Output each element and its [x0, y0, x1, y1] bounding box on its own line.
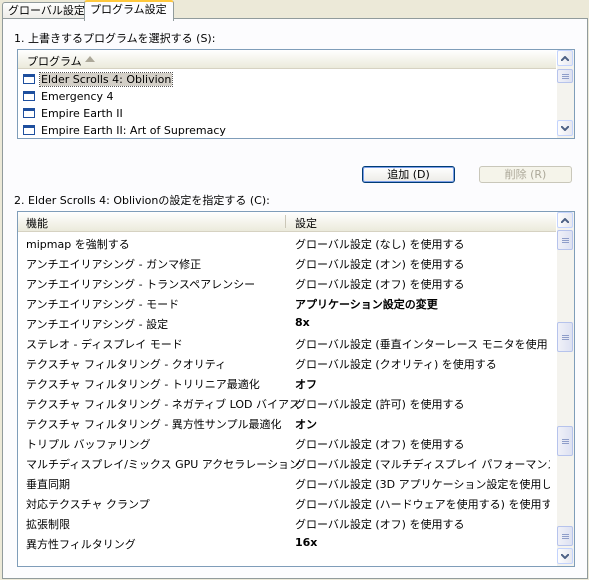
setting-column-header[interactable]: 設定	[295, 215, 317, 231]
settings-table[interactable]: 機能 設定 mipmap を強制する グローバル設定 (なし) を使用する アンチ…	[17, 211, 575, 567]
table-row[interactable]: mipmap を強制する グローバル設定 (なし) を使用する	[18, 233, 556, 253]
settings-table-header: 機能 設定	[18, 212, 556, 232]
feature-name: 異方性フィルタリング	[26, 538, 136, 551]
scroll-thumb[interactable]	[557, 322, 573, 352]
feature-name: アンチエイリアシング - 設定	[26, 318, 169, 331]
program-window-icon	[23, 91, 35, 101]
scroll-thumb[interactable]	[557, 230, 573, 250]
tab-label: グローバル設定	[8, 4, 85, 17]
add-button[interactable]: 追加 (D)	[362, 166, 455, 183]
program-item[interactable]: Empire Earth II: Art of Supremacy	[18, 122, 556, 138]
feature-name: mipmap を強制する	[26, 238, 130, 251]
chevron-up-icon	[561, 217, 569, 223]
chevron-up-icon	[561, 55, 569, 61]
table-row[interactable]: アンチエイリアシング - ガンマ修正 グローバル設定 (オン) を使用する	[18, 253, 556, 273]
scroll-down-button[interactable]	[557, 548, 573, 564]
setting-value[interactable]: グローバル設定 (3D アプリケーション設定を使用しま...	[295, 476, 550, 492]
program-list[interactable]: プログラム Elder Scrolls 4: Oblivion Emergenc…	[17, 49, 575, 139]
program-item[interactable]: Empire Earth II	[18, 105, 556, 122]
setting-value[interactable]: グローバル設定 (垂直インターレース モニタを使用し...	[295, 336, 550, 352]
setting-value[interactable]: グローバル設定 (オフ) を使用する	[295, 436, 550, 452]
scroll-thumb[interactable]	[557, 526, 573, 546]
feature-name: ステレオ - ディスプレイ モード	[26, 338, 183, 351]
program-name: Empire Earth II	[41, 107, 123, 120]
setting-value[interactable]: グローバル設定 (クオリティ) を使用する	[295, 356, 550, 372]
setting-value[interactable]: アプリケーション設定の変更	[295, 296, 550, 312]
sort-ascending-icon	[85, 56, 95, 62]
setting-value[interactable]: 16x	[295, 536, 550, 549]
table-row[interactable]: トリプル バッファリング グローバル設定 (オフ) を使用する	[18, 433, 556, 453]
program-item[interactable]: Emergency 4	[18, 88, 556, 105]
program-list-scrollbar[interactable]	[557, 50, 574, 138]
chevron-down-icon	[561, 553, 569, 559]
table-row[interactable]: アンチエイリアシング - トランスペアレンシー グローバル設定 (オフ) を使用す…	[18, 273, 556, 293]
feature-name: 垂直同期	[26, 478, 70, 491]
tab-label: プログラム設定	[90, 3, 167, 16]
feature-name: テクスチャ フィルタリング - 異方性サンプル最適化	[26, 418, 282, 431]
setting-value[interactable]: グローバル設定 (オフ) を使用する	[295, 516, 550, 532]
setting-value[interactable]: グローバル設定 (オフ) を使用する	[295, 276, 550, 292]
chevron-down-icon	[561, 125, 569, 131]
table-row[interactable]: テクスチャ フィルタリング - 異方性サンプル最適化 オン	[18, 413, 556, 433]
setting-value[interactable]: オフ	[295, 376, 550, 392]
table-row[interactable]: マルチディスプレイ/ミックス GPU アクセラレーション グローバル設定 (マルチ…	[18, 453, 556, 473]
feature-name: テクスチャ フィルタリング - トリリニア最適化	[26, 378, 260, 391]
setting-value[interactable]: グローバル設定 (ハードウェアを使用する) を使用する	[295, 496, 550, 512]
tab-program-settings[interactable]: プログラム設定	[84, 0, 174, 21]
feature-name: 対応テクスチャ クランプ	[26, 498, 150, 511]
scroll-up-button[interactable]	[557, 212, 573, 228]
table-row[interactable]: アンチエイリアシング - モード アプリケーション設定の変更	[18, 293, 556, 313]
program-window-icon	[23, 125, 35, 135]
table-row[interactable]: テクスチャ フィルタリング - ネガティブ LOD バイアス グローバル設定 (許…	[18, 393, 556, 413]
program-window-icon	[23, 108, 35, 118]
table-row[interactable]: 拡張制限 グローバル設定 (オフ) を使用する	[18, 513, 556, 533]
feature-name: テクスチャ フィルタリング - ネガティブ LOD バイアス	[26, 398, 300, 411]
settings-table-scrollbar[interactable]	[557, 212, 574, 566]
feature-name: アンチエイリアシング - モード	[26, 298, 180, 311]
feature-name: アンチエイリアシング - トランスペアレンシー	[26, 278, 256, 291]
table-row[interactable]: 対応テクスチャ クランプ グローバル設定 (ハードウェアを使用する) を使用する	[18, 493, 556, 513]
select-program-label: 1. 上書きするプログラムを選択する (S):	[14, 32, 216, 45]
table-row[interactable]: 異方性フィルタリング 16x	[18, 533, 556, 553]
feature-name: 拡張制限	[26, 518, 70, 531]
table-row[interactable]: ステレオ - ディスプレイ モード グローバル設定 (垂直インターレース モニタを…	[18, 333, 556, 353]
program-window-icon	[23, 74, 35, 84]
specify-settings-label: 2. Elder Scrolls 4: Oblivionの設定を指定する (C)…	[14, 194, 270, 207]
program-name: Emergency 4	[41, 90, 114, 103]
table-row[interactable]: テクスチャ フィルタリング - クオリティ グローバル設定 (クオリティ) を使用…	[18, 353, 556, 373]
setting-value[interactable]: グローバル設定 (なし) を使用する	[295, 236, 550, 252]
program-column-label: プログラム	[27, 55, 82, 68]
scroll-up-button[interactable]	[557, 50, 573, 66]
scroll-thumb[interactable]	[557, 426, 573, 456]
program-name: Elder Scrolls 4: Oblivion	[38, 72, 174, 87]
tab-global-settings[interactable]: グローバル設定	[2, 2, 92, 19]
program-item[interactable]: Elder Scrolls 4: Oblivion	[18, 71, 556, 88]
feature-name: トリプル バッファリング	[26, 438, 151, 451]
feature-name: アンチエイリアシング - ガンマ修正	[26, 258, 202, 271]
setting-value[interactable]: グローバル設定 (マルチディスプレイ パフォーマンス モ...	[295, 456, 550, 472]
setting-value[interactable]: グローバル設定 (許可) を使用する	[295, 396, 550, 412]
setting-value[interactable]: 8x	[295, 316, 550, 329]
program-name: Empire Earth II: Art of Supremacy	[41, 124, 226, 137]
program-column-header[interactable]: プログラム	[18, 50, 556, 69]
feature-column-header[interactable]: 機能	[26, 215, 48, 231]
table-row[interactable]: テクスチャ フィルタリング - トリリニア最適化 オフ	[18, 373, 556, 393]
setting-value[interactable]: オン	[295, 416, 550, 432]
setting-value[interactable]: グローバル設定 (オン) を使用する	[295, 256, 550, 272]
table-row[interactable]: 垂直同期 グローバル設定 (3D アプリケーション設定を使用しま...	[18, 473, 556, 493]
remove-button[interactable]: 削除 (R)	[479, 166, 572, 183]
feature-name: テクスチャ フィルタリング - クオリティ	[26, 358, 227, 371]
feature-name: マルチディスプレイ/ミックス GPU アクセラレーション	[26, 458, 301, 471]
table-row[interactable]: アンチエイリアシング - 設定 8x	[18, 313, 556, 333]
scroll-down-button[interactable]	[557, 120, 573, 136]
scroll-thumb[interactable]	[557, 69, 573, 83]
